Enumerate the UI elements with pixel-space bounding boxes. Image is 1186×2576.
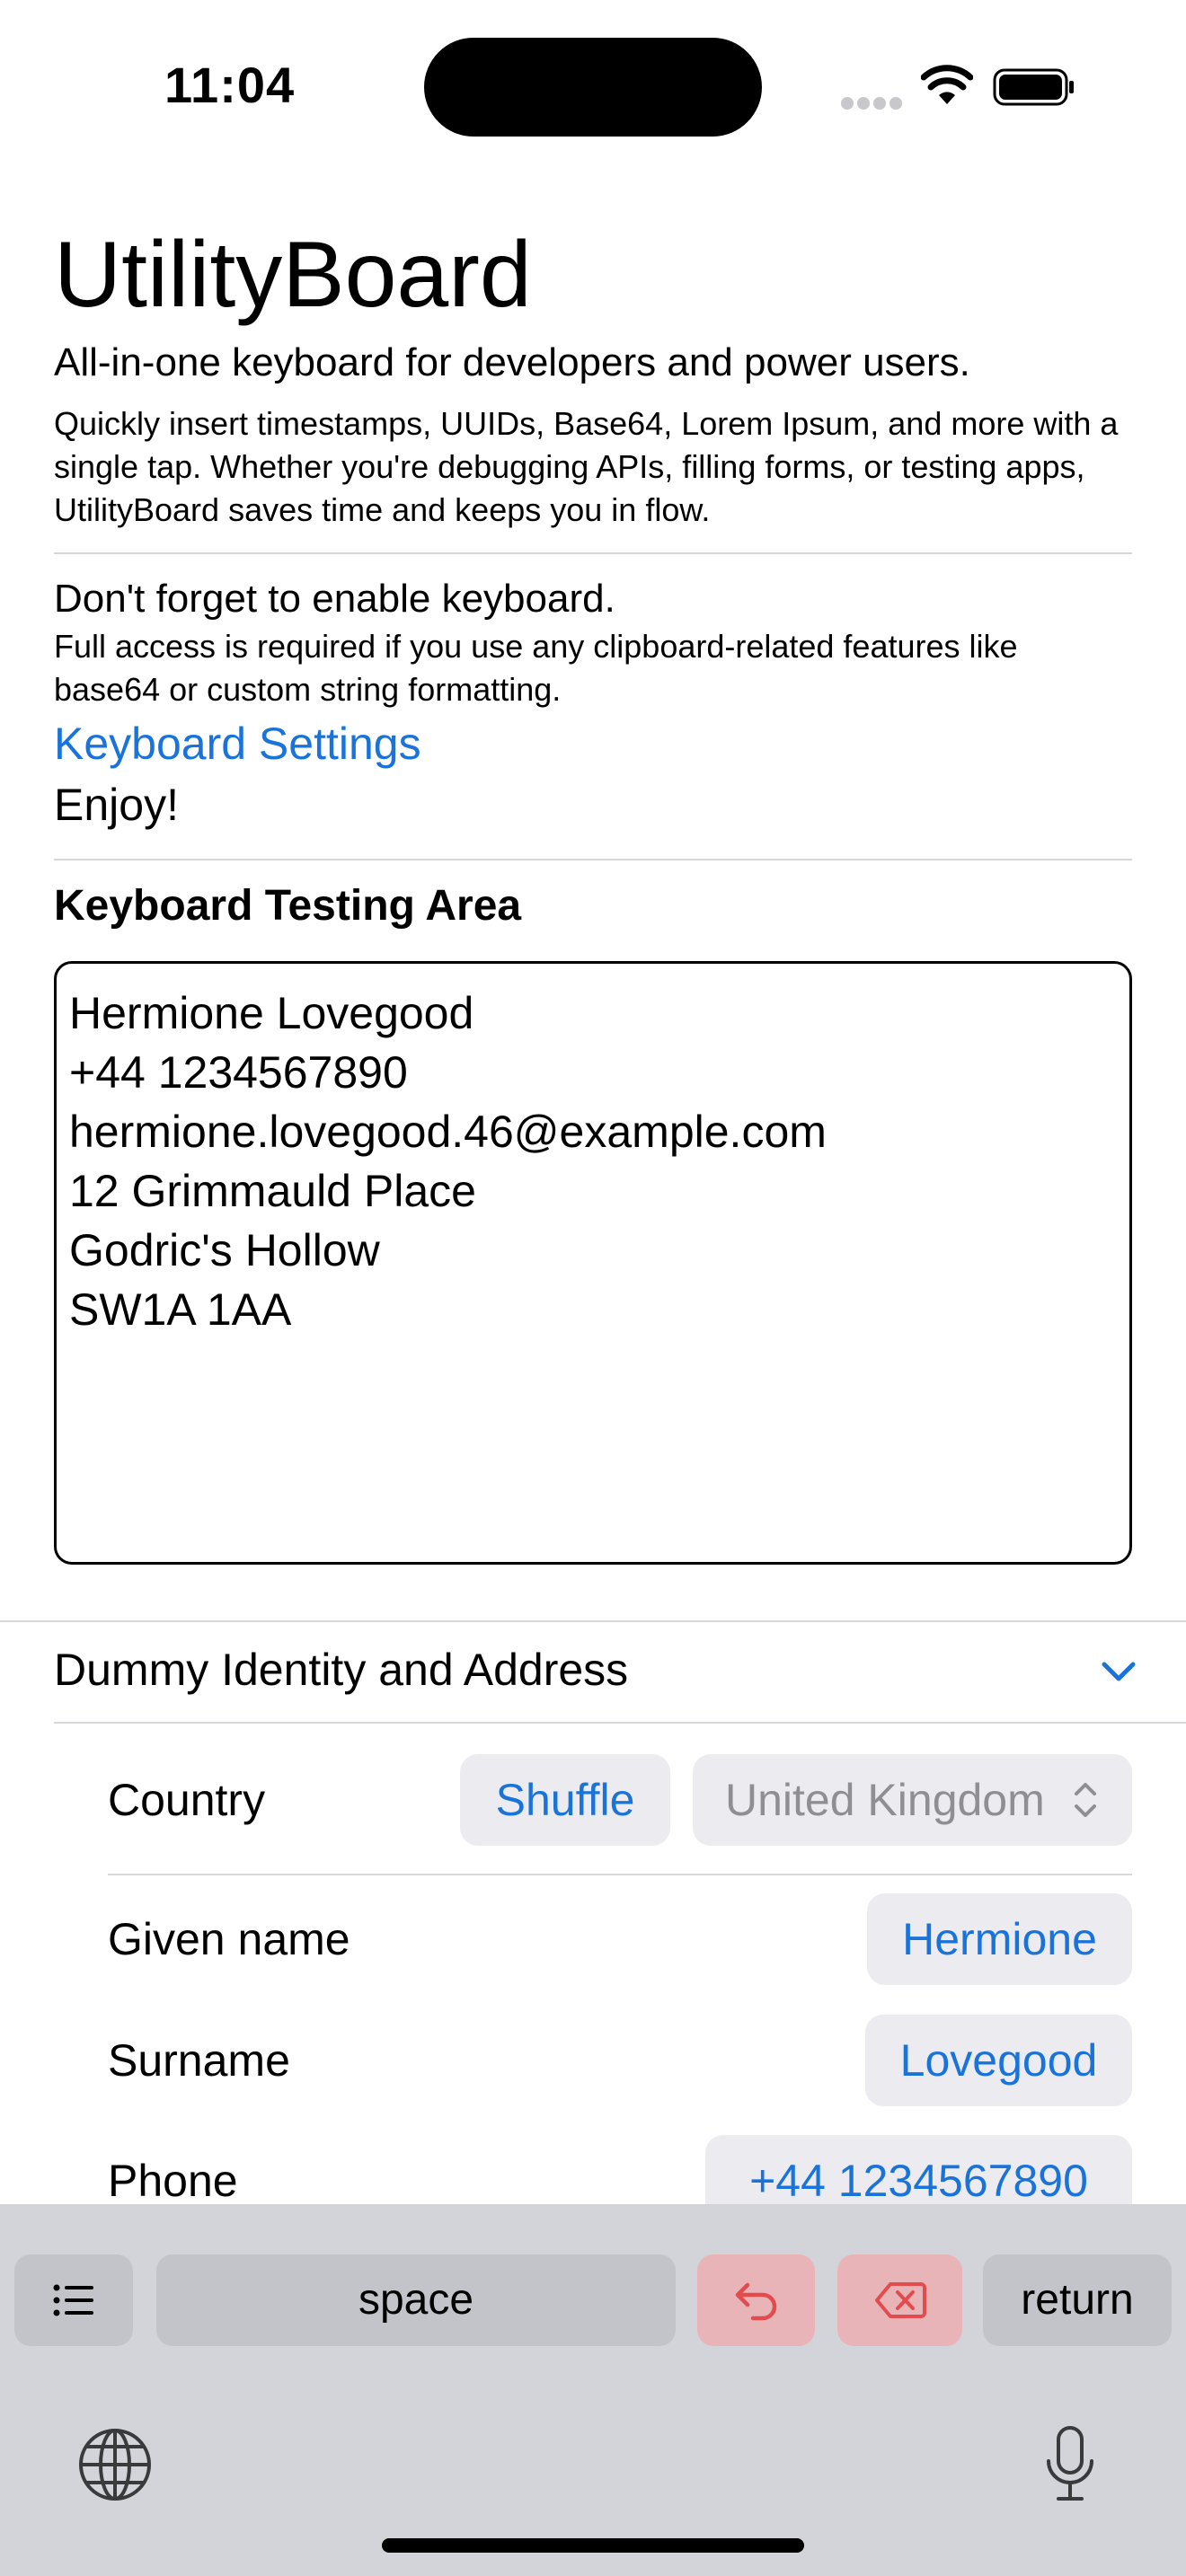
given-name-value-button[interactable]: Hermione — [867, 1893, 1132, 1985]
battery-icon — [993, 68, 1074, 106]
wifi-icon — [921, 65, 973, 104]
return-key[interactable]: return — [983, 2254, 1172, 2346]
app-subtitle: All-in-one keyboard for developers and p… — [54, 340, 970, 384]
divider — [54, 552, 1132, 554]
microphone-icon[interactable] — [1044, 2425, 1096, 2504]
menu-key[interactable] — [14, 2254, 133, 2346]
chevron-down-icon — [1102, 1662, 1136, 1681]
enable-keyboard-title: Don't forget to enable keyboard. — [54, 577, 615, 621]
home-indicator[interactable] — [382, 2538, 804, 2553]
text-line: hermione.lovegood.46@example.com — [69, 1107, 827, 1157]
dynamic-island — [424, 38, 762, 137]
country-picker-value: United Kingdom — [725, 1775, 1045, 1825]
shuffle-button[interactable]: Shuffle — [460, 1754, 670, 1846]
delete-key[interactable] — [837, 2254, 962, 2346]
signal-icon — [841, 97, 902, 110]
keyboard-settings-link[interactable]: Keyboard Settings — [54, 715, 421, 772]
divider — [54, 859, 1132, 860]
phone-label: Phone — [108, 2156, 238, 2206]
testing-text-area[interactable]: Hermione Lovegood +44 1234567890 hermion… — [54, 961, 1132, 1565]
identity-section-title: Dummy Identity and Address — [54, 1645, 629, 1695]
status-time: 11:04 — [164, 57, 296, 113]
text-line: +44 1234567890 — [69, 1047, 408, 1098]
text-line: Hermione Lovegood — [69, 988, 474, 1038]
given-name-label: Given name — [108, 1914, 350, 1964]
divider — [108, 1874, 1132, 1875]
enable-keyboard-description: Full access is required if you use any c… — [54, 628, 1018, 708]
country-label: Country — [108, 1775, 266, 1825]
chevron-up-down-icon — [1075, 1783, 1096, 1817]
enjoy-text: Enjoy! — [54, 780, 179, 830]
surname-label: Surname — [108, 2035, 290, 2086]
app-title: UtilityBoard — [54, 223, 532, 327]
divider — [54, 1722, 1186, 1724]
delete-icon — [874, 2282, 926, 2318]
testing-area-title: Keyboard Testing Area — [54, 882, 522, 930]
app-description: Quickly insert timestamps, UUIDs, Base64… — [54, 405, 1119, 528]
identity-section-header[interactable]: Dummy Identity and Address — [0, 1620, 1186, 1723]
list-icon — [53, 2284, 93, 2316]
status-bar: 11:04 — [0, 0, 1186, 171]
text-line: Godric's Hollow — [69, 1225, 380, 1275]
undo-key[interactable] — [697, 2254, 815, 2346]
globe-icon[interactable] — [77, 2427, 153, 2502]
surname-value-button[interactable]: Lovegood — [865, 2015, 1132, 2106]
undo-icon — [735, 2282, 776, 2321]
custom-keyboard: space return — [0, 2204, 1186, 2576]
text-line: 12 Grimmauld Place — [69, 1166, 476, 1216]
text-line: SW1A 1AA — [69, 1284, 292, 1335]
country-picker[interactable]: United Kingdom — [693, 1754, 1132, 1846]
space-key[interactable]: space — [156, 2254, 676, 2346]
